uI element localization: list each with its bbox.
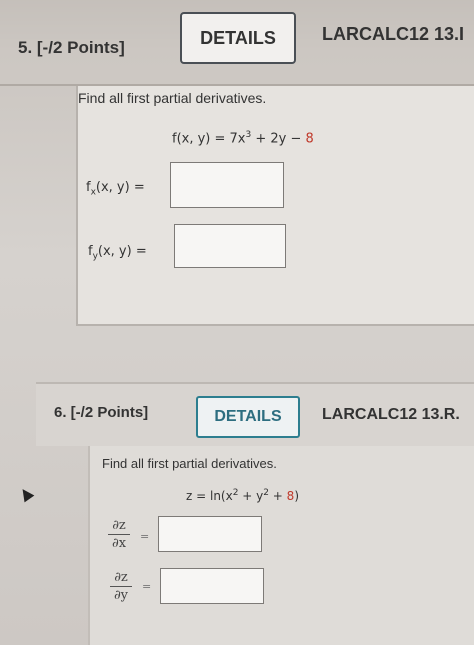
problem-6-reference: LARCALC12 13.R. — [322, 406, 460, 423]
fy-answer-input[interactable] — [174, 224, 286, 268]
fy-label: fy(x, y) = — [88, 244, 147, 262]
dzdy-answer-input[interactable] — [160, 568, 264, 604]
problem-6-panel — [88, 446, 474, 645]
function-constant: 8 — [305, 131, 314, 147]
dzdy-numerator: ∂z — [114, 570, 128, 585]
fraction-bar — [110, 586, 132, 587]
eq-plus: + — [268, 489, 287, 503]
fraction-bar — [108, 534, 130, 535]
problem-5-function: f(x, y) = 7x3 + 2y − 8 — [172, 130, 314, 146]
dzdy-fraction: ∂z ∂y — [110, 570, 132, 603]
dzdx-denominator: ∂x — [111, 536, 127, 551]
dzdy-equals: = — [142, 580, 152, 593]
dzdx-answer-input[interactable] — [158, 516, 262, 552]
dzdx-numerator: ∂z — [112, 518, 126, 533]
mouse-cursor-icon — [17, 485, 35, 503]
problem-5-details-button[interactable]: DETAILS — [180, 12, 296, 64]
eq-start: z = ln(x — [186, 489, 233, 503]
problem-6-points: 6. [-/2 Points] — [54, 404, 149, 421]
fy-rest: (x, y) = — [97, 244, 147, 259]
function-mid: + 2y − — [251, 131, 306, 147]
eq-end: ) — [294, 489, 299, 503]
fx-rest: (x, y) = — [95, 180, 145, 195]
dzdx-fraction: ∂z ∂x — [108, 518, 130, 551]
problem-6-equation: z = ln(x2 + y2 + 8) — [186, 488, 299, 503]
problem-5-instruction: Find all first partial derivatives. — [78, 90, 267, 106]
dzdx-equals: = — [140, 530, 150, 543]
function-lhs: f(x, y) = 7x — [172, 131, 246, 147]
problem-5-reference: LARCALC12 13.I — [322, 24, 465, 44]
fx-answer-input[interactable] — [170, 162, 284, 208]
dzdy-denominator: ∂y — [113, 588, 129, 603]
problem-6-details-button[interactable]: DETAILS — [196, 396, 300, 438]
problem-5-points: 5. [-/2 Points] — [18, 38, 125, 57]
eq-mid: + y — [238, 489, 264, 503]
fx-label: fx(x, y) = — [86, 180, 145, 198]
problem-6-instruction: Find all first partial derivatives. — [102, 456, 277, 471]
